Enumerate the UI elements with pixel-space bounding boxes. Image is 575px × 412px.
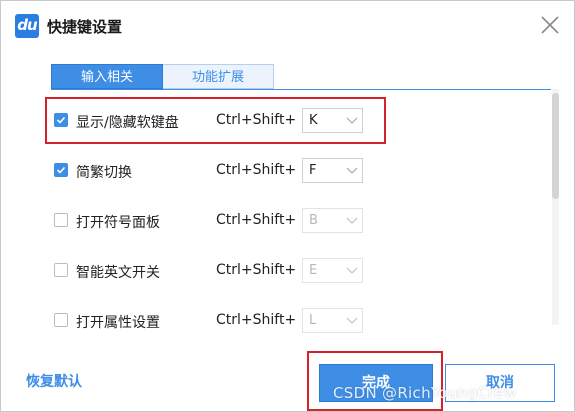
shortcut-row-properties: 打开属性设置 Ctrl+Shift+ L (51, 306, 381, 336)
key-select-symbol-panel[interactable]: B (302, 208, 363, 233)
key-select-properties[interactable]: L (302, 308, 363, 333)
highlight-annotation-done (307, 351, 443, 411)
tab-underline (51, 89, 551, 90)
key-value: F (309, 163, 317, 178)
shortcut-label: 打开属性设置 (76, 315, 160, 331)
tab-bar: 输入相关 功能扩展 (51, 64, 274, 89)
modifier-label: Ctrl+Shift+ (216, 312, 297, 328)
shortcut-label: 智能英文开关 (76, 265, 160, 281)
shortcut-row-simplified-traditional: 简繁切换 Ctrl+Shift+ F (51, 156, 381, 186)
close-icon (541, 16, 559, 34)
shortcut-settings-dialog: du 快捷键设置 输入相关 功能扩展 显示/隐藏软键盘 Ctrl+Shift+ … (0, 0, 575, 412)
checkbox-simplified-traditional[interactable] (54, 163, 68, 177)
chevron-down-icon (346, 167, 358, 174)
restore-defaults-link[interactable]: 恢复默认 (26, 371, 82, 391)
shortcut-label: 简繁切换 (76, 165, 132, 181)
tab-extensions[interactable]: 功能扩展 (163, 64, 274, 89)
cancel-button[interactable]: 取消 (445, 364, 555, 402)
shortcut-row-symbol-panel: 打开符号面板 Ctrl+Shift+ B (51, 206, 381, 236)
dialog-title: 快捷键设置 (47, 18, 123, 36)
scrollbar[interactable] (552, 89, 559, 325)
key-value: E (309, 263, 318, 278)
chevron-down-icon (346, 217, 358, 224)
key-select-simplified-traditional[interactable]: F (302, 158, 363, 183)
key-value: L (309, 313, 317, 328)
key-value: B (309, 213, 318, 228)
checkbox-properties[interactable] (54, 313, 68, 327)
title-bar: du 快捷键设置 (1, 1, 574, 49)
modifier-label: Ctrl+Shift+ (216, 212, 297, 228)
chevron-down-icon (346, 267, 358, 274)
highlight-annotation-row (45, 97, 386, 144)
tab-input[interactable]: 输入相关 (51, 64, 163, 89)
checkbox-smart-english[interactable] (54, 263, 68, 277)
check-icon (56, 166, 66, 174)
key-select-smart-english[interactable]: E (302, 258, 363, 283)
shortcut-label: 打开符号面板 (76, 215, 160, 231)
app-logo: du (15, 14, 39, 38)
modifier-label: Ctrl+Shift+ (216, 262, 297, 278)
chevron-down-icon (346, 317, 358, 324)
modifier-label: Ctrl+Shift+ (216, 162, 297, 178)
scrollbar-thumb[interactable] (552, 93, 559, 199)
shortcut-row-smart-english: 智能英文开关 Ctrl+Shift+ E (51, 256, 381, 286)
checkbox-symbol-panel[interactable] (54, 213, 68, 227)
close-button[interactable] (536, 11, 564, 39)
